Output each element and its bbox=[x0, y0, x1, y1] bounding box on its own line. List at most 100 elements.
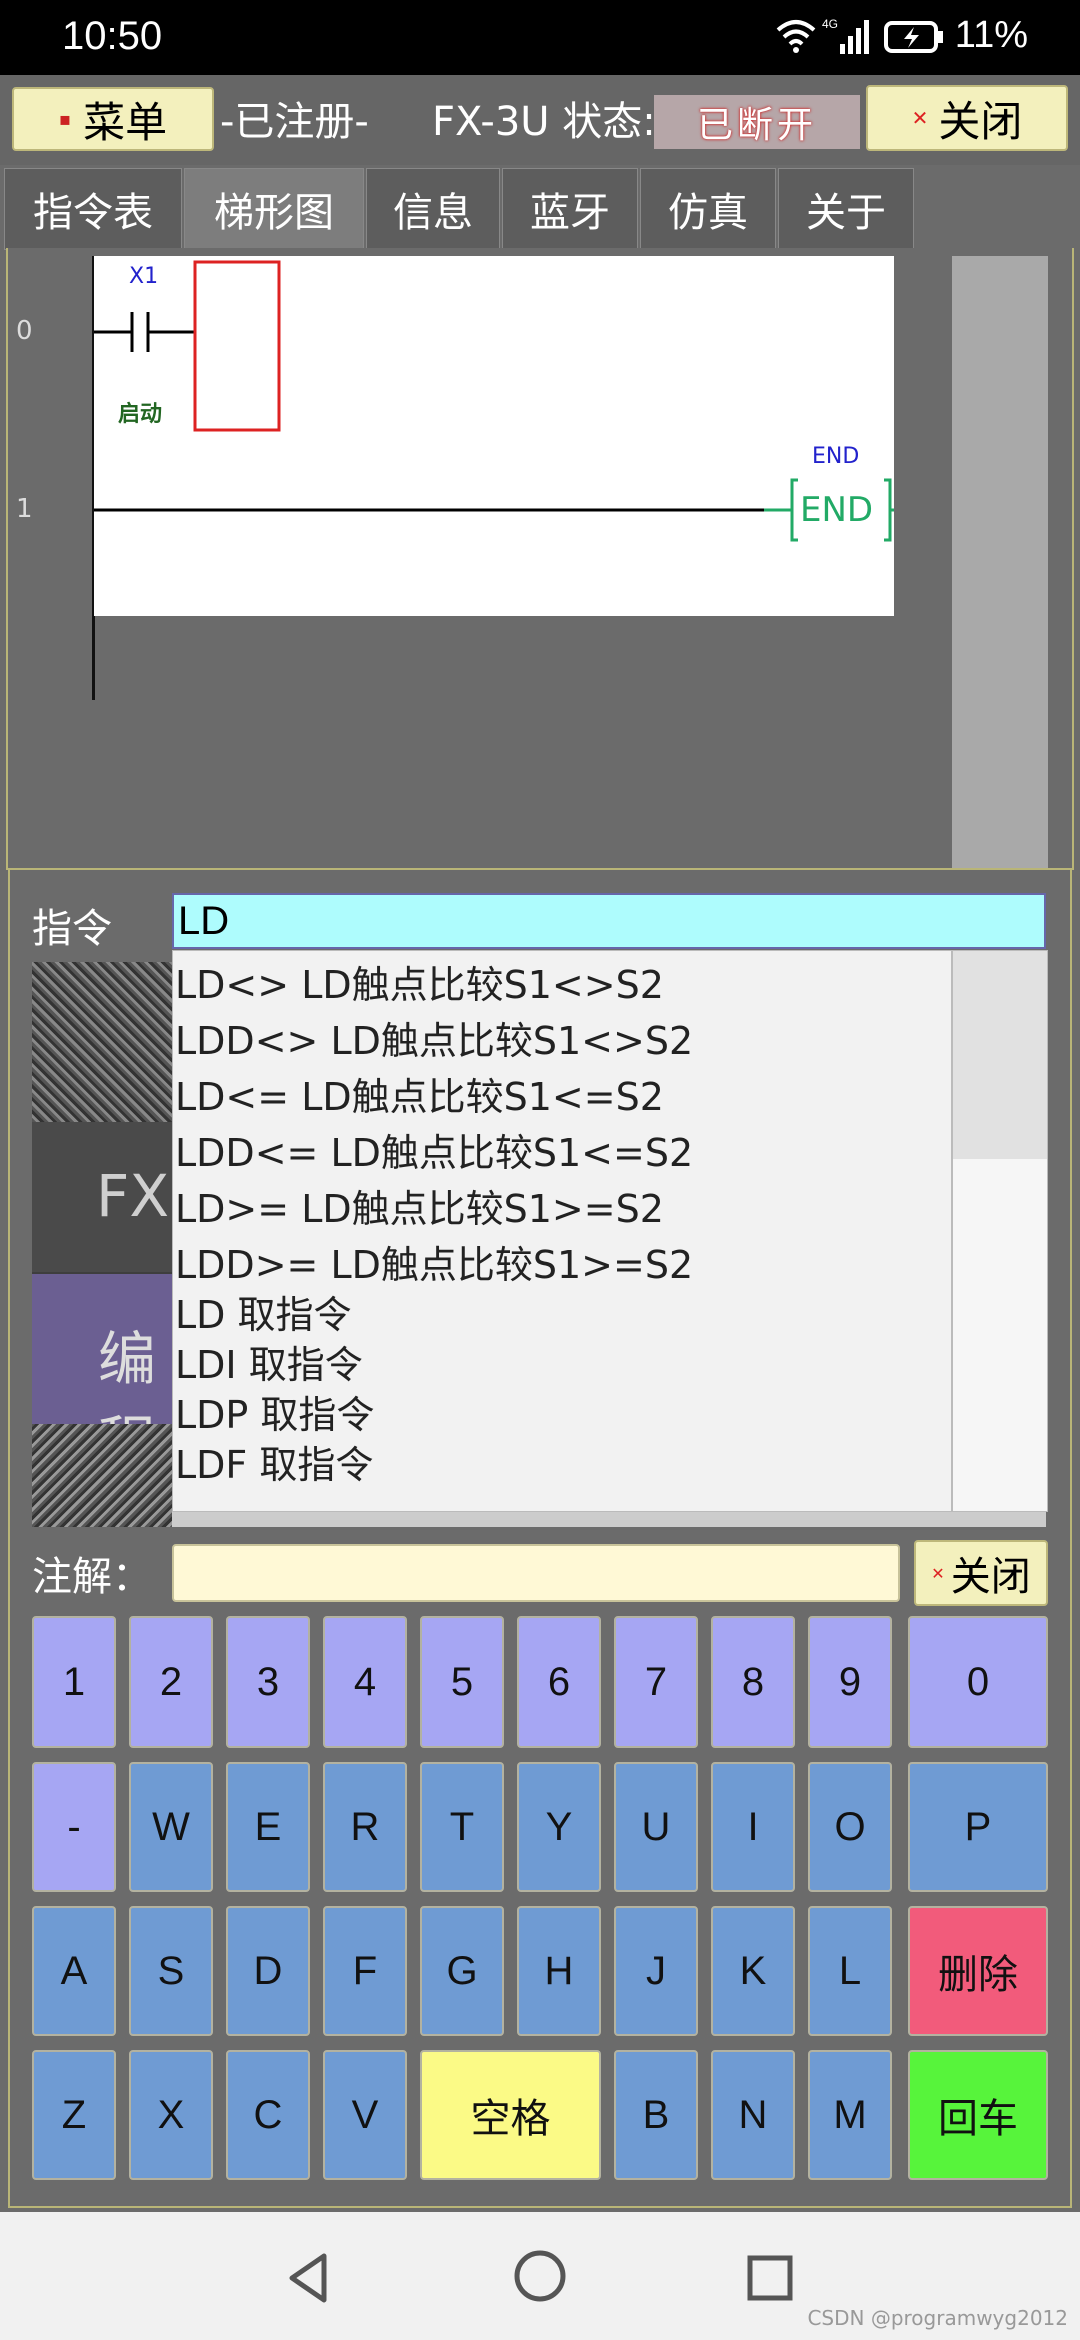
suggestion-scroll-track[interactable] bbox=[952, 950, 1048, 1512]
navigation-bar: CSDN @programwyg2012 bbox=[0, 2212, 1080, 2340]
back-icon[interactable] bbox=[280, 2248, 340, 2308]
wifi-icon bbox=[776, 18, 816, 54]
key-n[interactable]: N bbox=[711, 2050, 795, 2180]
list-item[interactable]: LDD<= LD触点比较S1<=S2 bbox=[173, 1122, 953, 1178]
key-d[interactable]: D bbox=[226, 1906, 310, 2036]
list-item-label: LD<> LD触点比较S1<>S2 bbox=[175, 963, 664, 1007]
suggestion-scroll-thumb[interactable] bbox=[953, 951, 1047, 1159]
instruction-input[interactable] bbox=[172, 893, 1046, 949]
key-6[interactable]: 6 bbox=[517, 1616, 601, 1748]
space-key[interactable]: 空格 bbox=[420, 2050, 601, 2180]
key-j[interactable]: J bbox=[614, 1906, 698, 2036]
tab-label: 关于 bbox=[806, 190, 886, 236]
key-3[interactable]: 3 bbox=[226, 1616, 310, 1748]
close-icon: ✕ bbox=[931, 1563, 945, 1583]
list-item-label: LD>= LD触点比较S1>=S2 bbox=[175, 1187, 664, 1231]
tab-about[interactable]: 关于 bbox=[778, 168, 914, 250]
tab-bluetooth[interactable]: 蓝牙 bbox=[502, 168, 638, 250]
key-4[interactable]: 4 bbox=[323, 1616, 407, 1748]
instruction-label: 指令 bbox=[32, 906, 112, 952]
key-0[interactable]: 0 bbox=[908, 1616, 1048, 1748]
tab-instruction-list[interactable]: 指令表 bbox=[4, 168, 182, 250]
menu-button-label: 菜单 bbox=[83, 97, 168, 147]
key-z[interactable]: Z bbox=[32, 2050, 116, 2180]
key-f[interactable]: F bbox=[323, 1906, 407, 2036]
key-y[interactable]: Y bbox=[517, 1762, 601, 1892]
tab-info[interactable]: 信息 bbox=[366, 168, 500, 250]
close-app-label: 关闭 bbox=[938, 96, 1023, 146]
list-item-label: LD<= LD触点比较S1<=S2 bbox=[175, 1075, 664, 1119]
key-2[interactable]: 2 bbox=[129, 1616, 213, 1748]
list-item-label: LDP 取指令 bbox=[175, 1393, 375, 1437]
instruction-suggestion-list[interactable]: LD<> LD触点比较S1<>S2 LDD<> LD触点比较S1<>S2 LD<… bbox=[172, 950, 952, 1512]
list-item[interactable]: LD>= LD触点比较S1>=S2 bbox=[173, 1178, 953, 1234]
status-bar: 10:50 4G 11% bbox=[0, 0, 1080, 75]
list-item-label: LDF 取指令 bbox=[175, 1443, 374, 1487]
key-minus[interactable]: - bbox=[32, 1762, 116, 1892]
contact-address: X1 bbox=[129, 264, 159, 289]
end-label: END bbox=[812, 444, 860, 469]
list-item[interactable]: LD<> LD触点比较S1<>S2 bbox=[173, 954, 953, 1010]
connection-status-text: 已断开 bbox=[696, 105, 817, 146]
key-i[interactable]: I bbox=[711, 1762, 795, 1892]
comment-input[interactable] bbox=[172, 1544, 900, 1602]
key-b[interactable]: B bbox=[614, 2050, 698, 2180]
ladder-canvas[interactable]: X1 启动 END END bbox=[94, 256, 900, 616]
end-instruction: END bbox=[800, 490, 874, 530]
menu-icon: ▪ bbox=[58, 108, 72, 130]
tab-simulation[interactable]: 仿真 bbox=[640, 168, 776, 250]
key-c[interactable]: C bbox=[226, 2050, 310, 2180]
battery-percent: 11% bbox=[954, 14, 1028, 56]
key-a[interactable]: A bbox=[32, 1906, 116, 2036]
tab-bar: 指令表 梯形图 信息 蓝牙 仿真 关于 bbox=[0, 168, 1080, 250]
key-v[interactable]: V bbox=[323, 2050, 407, 2180]
key-p[interactable]: P bbox=[908, 1762, 1048, 1892]
list-item[interactable]: LDD<> LD触点比较S1<>S2 bbox=[173, 1010, 953, 1066]
tab-label: 梯形图 bbox=[214, 190, 334, 236]
list-item[interactable]: LD 取指令 bbox=[173, 1284, 953, 1337]
recents-icon[interactable] bbox=[740, 2248, 800, 2308]
key-7[interactable]: 7 bbox=[614, 1616, 698, 1748]
list-item[interactable]: LDI 取指令 bbox=[173, 1334, 953, 1387]
list-item[interactable]: LDD>= LD触点比较S1>=S2 bbox=[173, 1234, 953, 1290]
key-r[interactable]: R bbox=[323, 1762, 407, 1892]
list-item[interactable]: LDP 取指令 bbox=[173, 1384, 953, 1437]
contact-comment: 启动 bbox=[118, 402, 163, 427]
keyboard: 1 2 3 4 5 6 7 8 9 0 - W E R T Y U I O P … bbox=[0, 1616, 1080, 2186]
close-icon: ✕ bbox=[911, 106, 929, 130]
list-item[interactable]: LDF 取指令 bbox=[173, 1434, 953, 1487]
close-app-button[interactable]: ✕ 关闭 bbox=[866, 85, 1068, 151]
ladder-scrollbar[interactable] bbox=[952, 256, 1048, 868]
delete-key[interactable]: 删除 bbox=[908, 1906, 1048, 2036]
clock: 10:50 bbox=[62, 14, 163, 58]
key-h[interactable]: H bbox=[517, 1906, 601, 2036]
key-x[interactable]: X bbox=[129, 2050, 213, 2180]
rung-number: 1 bbox=[16, 494, 33, 524]
key-l[interactable]: L bbox=[808, 1906, 892, 2036]
home-icon[interactable] bbox=[510, 2246, 570, 2306]
key-5[interactable]: 5 bbox=[420, 1616, 504, 1748]
key-1[interactable]: 1 bbox=[32, 1616, 116, 1748]
key-s[interactable]: S bbox=[129, 1906, 213, 2036]
close-panel-button[interactable]: ✕ 关闭 bbox=[914, 1540, 1048, 1606]
menu-button[interactable]: ▪ 菜单 bbox=[12, 87, 214, 151]
key-e[interactable]: E bbox=[226, 1762, 310, 1892]
ladder-graphics bbox=[94, 260, 900, 542]
rung-number: 0 bbox=[16, 316, 33, 346]
app-header: ▪ 菜单 -已注册- FX-3U 状态: 已断开 ✕ 关闭 bbox=[0, 75, 1080, 165]
key-t[interactable]: T bbox=[420, 1762, 504, 1892]
key-u[interactable]: U bbox=[614, 1762, 698, 1892]
key-m[interactable]: M bbox=[808, 2050, 892, 2180]
key-o[interactable]: O bbox=[808, 1762, 892, 1892]
list-item[interactable]: LD<= LD触点比较S1<=S2 bbox=[173, 1066, 953, 1122]
key-k[interactable]: K bbox=[711, 1906, 795, 2036]
key-8[interactable]: 8 bbox=[711, 1616, 795, 1748]
key-9[interactable]: 9 bbox=[808, 1616, 892, 1748]
tab-label: 信息 bbox=[393, 190, 473, 236]
connection-status-badge: 已断开 bbox=[654, 95, 860, 149]
enter-key[interactable]: 回车 bbox=[908, 2050, 1048, 2180]
key-w[interactable]: W bbox=[129, 1762, 213, 1892]
key-g[interactable]: G bbox=[420, 1906, 504, 2036]
battery-icon bbox=[884, 20, 944, 54]
tab-ladder-diagram[interactable]: 梯形图 bbox=[184, 168, 364, 250]
